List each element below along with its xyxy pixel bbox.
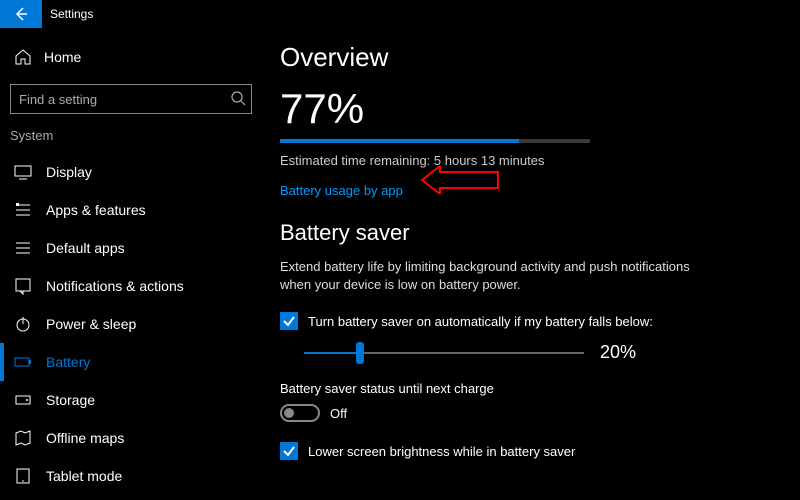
check-icon [282,314,296,328]
nav-storage[interactable]: Storage [0,381,262,419]
arrow-left-icon [13,6,29,22]
nav-label: Default apps [46,240,125,256]
saver-description: Extend battery life by limiting backgrou… [280,258,700,294]
nav-display[interactable]: Display [0,153,262,191]
check-icon [282,444,296,458]
lower-brightness-label: Lower screen brightness while in battery… [308,444,575,459]
nav-label: Notifications & actions [46,278,184,294]
nav-default-apps[interactable]: Default apps [0,229,262,267]
auto-saver-checkbox[interactable] [280,312,298,330]
nav-battery[interactable]: Battery [0,343,262,381]
battery-usage-link[interactable]: Battery usage by app [280,183,403,198]
search-container [10,84,252,114]
tablet-icon [14,467,32,485]
nav-label: Offline maps [46,430,124,446]
nav-power-sleep[interactable]: Power & sleep [0,305,262,343]
nav-list: Display Apps & features Default apps Not… [0,153,262,495]
battery-percent: 77% [280,85,770,133]
slider-thumb[interactable] [356,342,364,364]
battery-bar-fill [280,139,519,143]
nav-label: Battery [46,354,90,370]
slider-fill [304,352,360,354]
default-apps-icon [14,239,32,257]
home-label: Home [44,49,81,65]
auto-saver-label: Turn battery saver on automatically if m… [308,314,653,329]
battery-icon [14,353,32,371]
threshold-slider[interactable] [304,346,584,360]
power-icon [14,315,32,333]
saver-toggle-state: Off [330,406,347,421]
threshold-slider-row: 20% [304,342,770,363]
saver-toggle-row: Off [280,404,770,422]
titlebar: Settings [0,0,800,28]
main-panel: Overview 77% Estimated time remaining: 5… [262,28,800,500]
nav-label: Apps & features [46,202,146,218]
sidebar: Home System Display Apps & features Defa… [0,28,262,500]
nav-notifications[interactable]: Notifications & actions [0,267,262,305]
nav-label: Display [46,164,92,180]
search-icon [230,90,246,106]
nav-label: Power & sleep [46,316,136,332]
maps-icon [14,429,32,447]
lower-brightness-row: Lower screen brightness while in battery… [280,442,770,460]
notifications-icon [14,277,32,295]
lower-brightness-checkbox[interactable] [280,442,298,460]
apps-icon [14,201,32,219]
home-nav[interactable]: Home [0,40,262,74]
auto-saver-row: Turn battery saver on automatically if m… [280,312,770,330]
window-title: Settings [50,7,93,21]
nav-offline-maps[interactable]: Offline maps [0,419,262,457]
saver-status-label: Battery saver status until next charge [280,381,770,396]
estimate-text: Estimated time remaining: 5 hours 13 min… [280,153,770,168]
nav-tablet-mode[interactable]: Tablet mode [0,457,262,495]
home-icon [14,48,32,66]
saver-toggle[interactable] [280,404,320,422]
toggle-knob [284,408,294,418]
search-input[interactable] [10,84,252,114]
nav-apps-features[interactable]: Apps & features [0,191,262,229]
storage-icon [14,391,32,409]
threshold-value: 20% [600,342,636,363]
display-icon [14,163,32,181]
page-heading: Overview [280,42,770,73]
nav-label: Tablet mode [46,468,122,484]
content-area: Home System Display Apps & features Defa… [0,28,800,500]
battery-bar [280,139,590,143]
nav-label: Storage [46,392,95,408]
saver-heading: Battery saver [280,220,770,246]
sidebar-section-label: System [0,128,262,153]
back-button[interactable] [0,0,42,28]
